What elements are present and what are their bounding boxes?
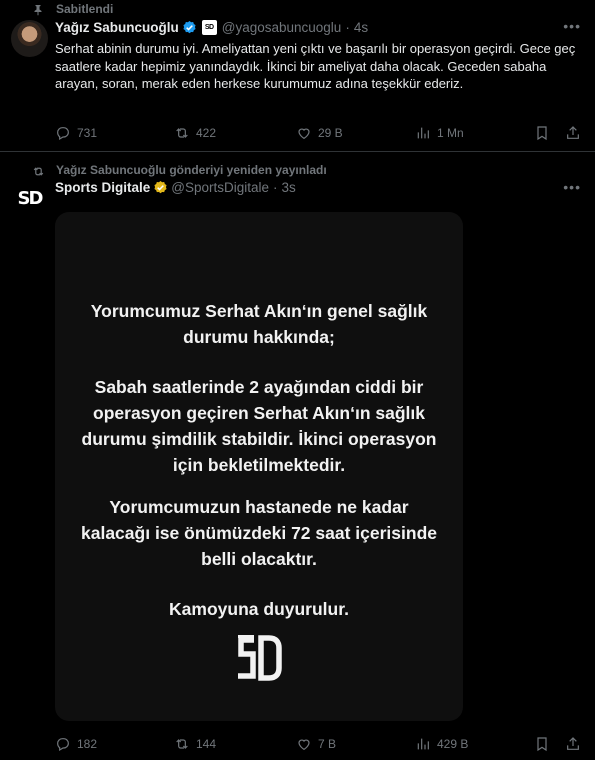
reply-count: 182 (77, 737, 98, 751)
like-count: 29 B (318, 126, 343, 140)
pinned-context: Sabitlendi (34, 2, 114, 16)
pin-icon (30, 2, 46, 18)
repost-icon (176, 128, 188, 138)
sd-logo (234, 632, 284, 684)
media-paragraph-4: Kamoyuna duyurulur. (169, 599, 349, 619)
repost-button[interactable]: 144 (174, 736, 216, 752)
timestamp[interactable]: 4s (354, 20, 368, 35)
repost-count: 422 (196, 126, 217, 140)
timestamp[interactable]: 3s (282, 180, 296, 195)
repost-button[interactable]: 422 (174, 125, 216, 141)
reposted-tweet[interactable]: Yağız Sabuncuoğlu gönderiyi yeniden yayı… (0, 153, 595, 760)
author-name[interactable]: Yağız Sabuncuoğlu (55, 20, 179, 35)
tweet-header: Yağız Sabuncuoğlu SD @yagosabuncuoglu · … (55, 20, 368, 35)
separator: · (273, 180, 278, 195)
bookmark-button[interactable] (534, 125, 556, 141)
author-handle[interactable]: @SportsDigitale (171, 180, 269, 195)
view-count: 1 Mn (437, 126, 464, 140)
media-paragraph-1: Yorumcumuz Serhat Akın‘ın genel sağlık d… (90, 301, 428, 347)
share-icon (567, 737, 579, 750)
verified-badge-icon[interactable] (182, 20, 197, 35)
repost-context-label: Yağız Sabuncuoğlu gönderiyi yeniden yayı… (56, 163, 327, 177)
tweet-media-image[interactable]: Yorumcumuz Serhat Akın‘ın genel sağlık d… (55, 212, 463, 721)
share-icon (567, 126, 579, 139)
media-paragraph-2: Sabah saatlerinde 2 ayağından ciddi bir … (81, 377, 437, 475)
repost-icon (30, 163, 46, 179)
avatar[interactable] (11, 20, 48, 57)
tweet-actions: 182 144 7 B 429 B (55, 736, 585, 756)
separator: · (345, 20, 350, 35)
tweet-text: Serhat abinin durumu iyi. Ameliyattan ye… (55, 41, 576, 91)
views-button[interactable]: 429 B (415, 736, 468, 752)
tweet-header: Sports Digitale @SportsDigitale · 3s (55, 180, 296, 195)
bookmark-button[interactable] (534, 736, 556, 752)
heart-icon (298, 128, 310, 140)
org-affiliation-badge[interactable]: SD (201, 20, 217, 35)
author-name[interactable]: Sports Digitale (55, 180, 150, 195)
pinned-label: Sabitlendi (56, 2, 114, 16)
bookmark-icon (537, 126, 547, 141)
avatar[interactable]: SD (11, 180, 48, 217)
verified-badge-icon[interactable] (153, 180, 168, 195)
share-button[interactable] (565, 125, 587, 141)
views-icon (417, 127, 429, 139)
reply-button[interactable]: 182 (55, 736, 97, 752)
tweet-actions: 731 422 29 B 1 Mn (55, 125, 585, 145)
more-icon[interactable]: ••• (563, 179, 581, 195)
repost-context: Yağız Sabuncuoğlu gönderiyi yeniden yayı… (33, 163, 327, 177)
sd-logo: SD (17, 188, 44, 209)
repost-icon (176, 739, 188, 749)
reply-icon (57, 738, 69, 752)
like-button[interactable]: 29 B (296, 125, 343, 141)
views-icon (417, 738, 429, 750)
more-icon[interactable]: ••• (563, 18, 581, 34)
reply-button[interactable]: 731 (55, 125, 97, 141)
pinned-tweet[interactable]: Sabitlendi Yağız Sabuncuoğlu SD @yagosab… (0, 0, 595, 152)
author-handle[interactable]: @yagosabuncuoglu (222, 20, 342, 35)
reply-count: 731 (77, 126, 98, 140)
view-count: 429 B (437, 737, 469, 751)
like-button[interactable]: 7 B (296, 736, 336, 752)
like-count: 7 B (318, 737, 337, 751)
bookmark-icon (537, 737, 547, 752)
share-button[interactable] (565, 736, 587, 752)
reply-icon (57, 127, 69, 141)
views-button[interactable]: 1 Mn (415, 125, 464, 141)
heart-icon (298, 739, 310, 751)
repost-count: 144 (196, 737, 217, 751)
media-paragraph-3: Yorumcumuzun hastanede ne kadar kalacağı… (81, 497, 437, 569)
